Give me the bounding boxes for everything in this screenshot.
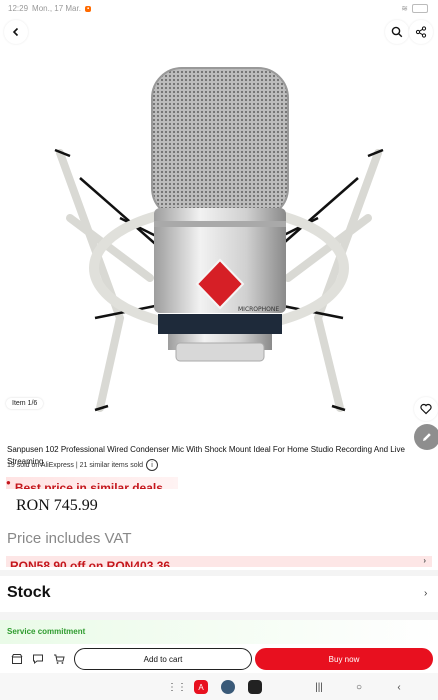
buy-now-button[interactable]: Buy now <box>255 648 433 670</box>
search-button[interactable] <box>385 20 409 44</box>
share-button[interactable] <box>409 20 433 44</box>
chat-button[interactable] <box>31 652 45 666</box>
product-image: MICROPHONE <box>54 67 384 412</box>
section-divider <box>0 570 438 576</box>
chevron-right-icon: › <box>423 556 426 565</box>
best-price-banner[interactable]: ● Best price in similar deals <box>6 477 178 489</box>
back-button[interactable] <box>4 20 28 44</box>
heart-icon <box>420 403 432 415</box>
status-date: Mon., 17 Mar. <box>32 4 81 13</box>
coupon-text: RON58.90 off on RON403.36 <box>10 559 171 567</box>
service-commitment-label: Service commitment <box>7 627 86 636</box>
mic-badge-text: MICROPHONE <box>238 306 279 313</box>
recent-app-icon[interactable] <box>248 680 262 694</box>
info-icon[interactable]: i <box>146 459 159 471</box>
sold-info: 19 sold on AliExpress | 21 similar items… <box>7 459 159 471</box>
bottom-action-bar: Add to cart Buy now <box>0 645 438 673</box>
coupon-banner[interactable]: RON58.90 off on RON403.36 › <box>6 556 432 567</box>
service-commitment[interactable]: Service commitment <box>0 620 438 644</box>
image-counter: Item 1/6 <box>6 398 44 409</box>
status-bar: 12:29 Mon., 17 Mar. ▪ ≋ <box>0 0 438 18</box>
recents-button-icon[interactable]: ||| <box>312 680 326 694</box>
chat-icon <box>33 654 43 665</box>
product-image-gallery[interactable]: MICROPHONE <box>0 18 438 436</box>
price: RON 745.99 <box>16 497 98 514</box>
store-icon <box>11 654 23 664</box>
edit-icon <box>423 433 431 441</box>
status-time: 12:29 <box>8 4 29 13</box>
cart-icon <box>54 654 65 664</box>
camera-app-icon[interactable] <box>221 680 235 694</box>
cart-button[interactable] <box>52 652 66 666</box>
location-pin-icon: ● <box>6 477 11 487</box>
stock-label[interactable]: Stock <box>7 584 51 602</box>
add-to-cart-button[interactable]: Add to cart <box>74 648 252 670</box>
app-drawer-icon[interactable]: ⋮⋮ <box>167 680 187 694</box>
section-divider <box>0 612 438 620</box>
share-icon <box>415 26 427 38</box>
back-icon <box>12 27 19 37</box>
store-button[interactable] <box>10 652 24 666</box>
wishlist-button[interactable] <box>414 397 438 421</box>
battery-icon <box>412 4 428 13</box>
vat-note: Price includes VAT <box>7 530 132 547</box>
notification-badge-icon: ▪ <box>84 5 92 12</box>
wifi-icon: ≋ <box>401 4 408 13</box>
search-icon <box>391 26 403 38</box>
sold-text: 19 sold on AliExpress | 21 similar items… <box>7 461 144 469</box>
home-button-icon[interactable]: ○ <box>352 680 366 694</box>
system-nav-bar: ⋮⋮ A ||| ○ ‹ <box>0 673 438 700</box>
stock-chevron-icon[interactable]: › <box>424 588 427 599</box>
best-price-text: Best price in similar deals <box>14 481 163 489</box>
back-nav-icon[interactable]: ‹ <box>392 680 406 694</box>
aliexpress-app-icon[interactable]: A <box>194 680 208 694</box>
